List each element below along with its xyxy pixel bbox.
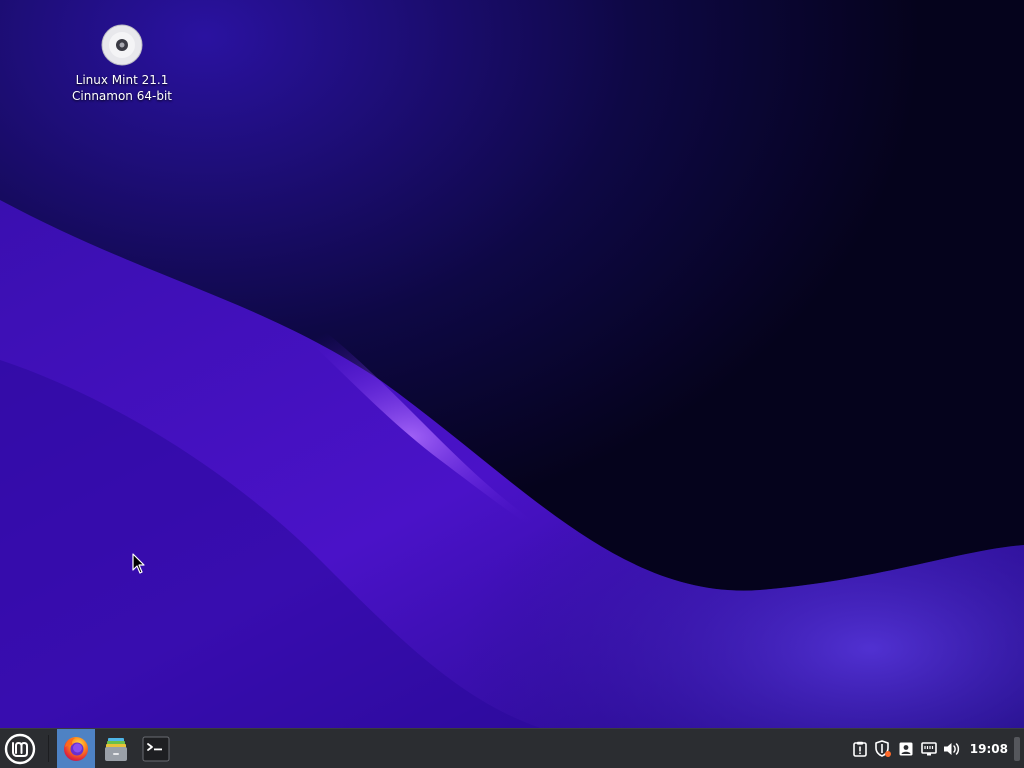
firefox-icon bbox=[64, 736, 88, 761]
terminal-launcher[interactable] bbox=[137, 729, 175, 768]
show-desktop-button[interactable] bbox=[1014, 736, 1020, 761]
update-manager-tray[interactable] bbox=[849, 729, 872, 768]
taskbar-separator bbox=[48, 735, 49, 762]
firefox-launcher[interactable] bbox=[57, 729, 95, 768]
volume-tray[interactable] bbox=[941, 729, 964, 768]
security-shield-icon bbox=[875, 739, 892, 757]
security-tray[interactable] bbox=[872, 729, 895, 768]
wallpaper bbox=[0, 0, 1024, 728]
desktop-icon-install[interactable]: Linux Mint 21.1 Cinnamon 64-bit bbox=[62, 24, 182, 104]
desktop-icon-label: Linux Mint 21.1 Cinnamon 64-bit bbox=[62, 72, 182, 104]
cdrom-icon bbox=[101, 24, 143, 66]
desktop-icon-label-line2: Cinnamon 64-bit bbox=[72, 89, 172, 103]
taskbar: 19:08 bbox=[0, 728, 1024, 768]
volume-icon bbox=[944, 742, 960, 755]
file-manager-icon bbox=[105, 737, 127, 761]
user-icon bbox=[899, 742, 913, 755]
network-tray[interactable] bbox=[918, 729, 941, 768]
mouse-cursor-icon bbox=[132, 553, 145, 574]
desktop[interactable]: Linux Mint 21.1 Cinnamon 64-bit bbox=[0, 0, 1024, 728]
linux-mint-logo-icon bbox=[4, 733, 36, 764]
system-tray: 19:08 bbox=[849, 729, 1024, 768]
clock[interactable]: 19:08 bbox=[970, 742, 1008, 756]
menu-button[interactable] bbox=[0, 729, 40, 768]
desktop-icon-label-line1: Linux Mint 21.1 bbox=[75, 73, 169, 87]
file-manager-launcher[interactable] bbox=[97, 729, 135, 768]
network-icon bbox=[921, 741, 938, 755]
user-tray[interactable] bbox=[895, 729, 918, 768]
update-manager-icon bbox=[853, 741, 868, 757]
terminal-icon bbox=[142, 736, 170, 761]
